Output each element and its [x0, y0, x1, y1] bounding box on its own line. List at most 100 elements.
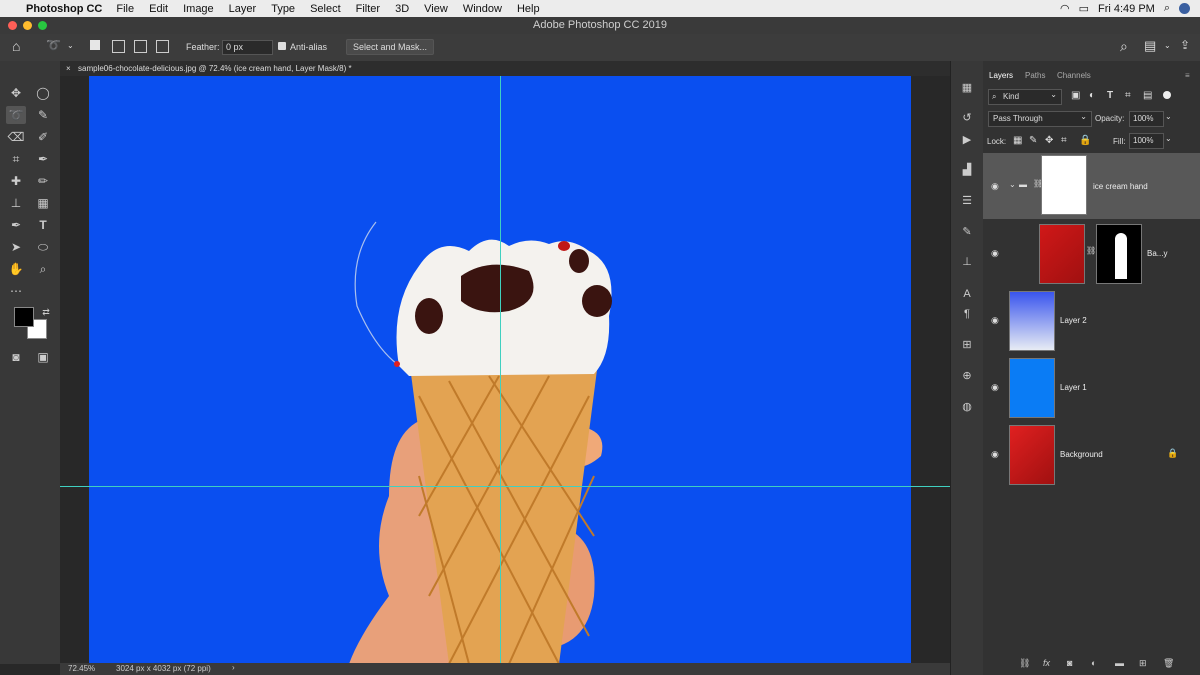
filter-toggle[interactable]	[1163, 91, 1171, 99]
layer-row[interactable]: ◉ ⌄ ▬ ⛓ ice cream hand	[983, 153, 1200, 219]
healing-tool-icon[interactable]: ✚	[6, 172, 26, 190]
smart-object-filter-icon[interactable]: ▤	[1143, 90, 1152, 101]
adjustments-icon[interactable]: ☰	[959, 193, 975, 209]
panel-menu-icon[interactable]: ≡	[1185, 71, 1190, 80]
fill-input[interactable]: 100%	[1129, 133, 1164, 149]
adjustment-filter-icon[interactable]: ◐	[1089, 90, 1095, 101]
add-selection-icon[interactable]	[112, 40, 125, 53]
lock-artboard-icon[interactable]: ⌗	[1061, 135, 1067, 146]
lock-transparent-icon[interactable]: ▦	[1013, 135, 1022, 146]
wifi-icon[interactable]: ◠	[1060, 2, 1070, 15]
share-icon[interactable]: ⇪	[1180, 38, 1190, 52]
trash-icon[interactable]: 🗑	[1163, 658, 1174, 669]
move-tool-icon[interactable]: ✥	[6, 84, 26, 102]
layer-name[interactable]: Layer 2	[1060, 316, 1087, 325]
select-and-mask-button[interactable]: Select and Mask...	[346, 39, 435, 55]
layer-comps-icon[interactable]: ◍	[959, 399, 975, 415]
menu-filter[interactable]: Filter	[356, 3, 380, 15]
hand-tool-icon[interactable]: ✋	[6, 260, 26, 278]
layer-row[interactable]: ◉ ⛓ Ba...y	[983, 220, 1200, 286]
layer-mask-thumbnail[interactable]	[1041, 155, 1087, 215]
menu-window[interactable]: Window	[463, 3, 502, 15]
clock[interactable]: Fri 4:49 PM	[1098, 3, 1155, 15]
eye-icon[interactable]: ◉	[991, 181, 999, 192]
quick-mask-icon[interactable]: ◙	[6, 348, 26, 366]
chevron-down-icon[interactable]: ⌄	[1009, 180, 1016, 189]
chevron-down-icon[interactable]: ⌄	[1165, 112, 1172, 121]
layer-name[interactable]: Ba...y	[1147, 249, 1167, 258]
kind-filter-select[interactable]: ⌕ Kind ⌄	[988, 89, 1062, 105]
spotlight-icon[interactable]: ⌕	[1164, 2, 1170, 15]
home-icon[interactable]: ⌂	[12, 38, 20, 54]
ellipse-tool-icon[interactable]: ⬭	[33, 238, 53, 256]
eraser-tool-icon[interactable]: ⌫	[6, 128, 26, 146]
lasso-preset-icon[interactable]: ➰	[46, 38, 61, 52]
lasso-tool-icon[interactable]: ➰	[6, 106, 26, 124]
histogram-icon[interactable]: ▟	[959, 162, 975, 178]
new-selection-icon[interactable]	[90, 40, 100, 50]
layer-thumbnail[interactable]	[1039, 224, 1085, 284]
tab-layers[interactable]: Layers	[989, 71, 1013, 80]
layer-thumbnail[interactable]	[1009, 291, 1055, 351]
clone-stamp-tool-icon[interactable]: ⊥	[6, 194, 26, 212]
3d-icon[interactable]: ⊕	[959, 368, 975, 384]
link-icon[interactable]: ⛓	[1086, 246, 1096, 255]
eye-icon[interactable]: ◉	[991, 449, 999, 460]
document-tab[interactable]: sample06-chocolate-delicious.jpg @ 72.4%…	[78, 64, 352, 73]
foreground-color-swatch[interactable]	[14, 307, 34, 327]
properties-icon[interactable]: ▦	[959, 80, 975, 96]
brush-tool-icon[interactable]: ✐	[33, 128, 53, 146]
layer-row[interactable]: ◉ Layer 1	[983, 354, 1200, 420]
link-layers-icon[interactable]: ⛓	[1019, 658, 1030, 669]
chevron-down-icon[interactable]: ⌄	[1165, 134, 1172, 143]
paint-brush-tool-icon[interactable]: ✏	[33, 172, 53, 190]
layer-name[interactable]: ice cream hand	[1093, 182, 1148, 191]
app-menu[interactable]: Photoshop CC	[26, 3, 102, 15]
subtract-selection-icon[interactable]	[134, 40, 147, 53]
layer-thumbnail[interactable]	[1009, 358, 1055, 418]
menu-select[interactable]: Select	[310, 3, 341, 15]
eye-icon[interactable]: ◉	[991, 382, 999, 393]
fx-icon[interactable]: fx	[1043, 658, 1050, 668]
quick-selection-tool-icon[interactable]: ✎	[33, 106, 53, 124]
layer-name[interactable]: Layer 1	[1060, 383, 1087, 392]
antialias-checkbox[interactable]	[278, 42, 286, 50]
clone-source-icon[interactable]: ⊥	[959, 254, 975, 270]
crop-tool-icon[interactable]: ⌗	[6, 150, 26, 168]
eye-icon[interactable]: ◉	[991, 315, 999, 326]
history-icon[interactable]: ↺	[959, 110, 975, 126]
menu-file[interactable]: File	[116, 3, 134, 15]
lock-all-icon[interactable]: 🔒	[1079, 135, 1091, 146]
type-tool-icon[interactable]: T	[33, 216, 53, 234]
marquee-tool-icon[interactable]: ◯	[33, 84, 53, 102]
path-selection-tool-icon[interactable]: ➤	[6, 238, 26, 256]
menu-type[interactable]: Type	[271, 3, 295, 15]
horizontal-guide[interactable]	[60, 486, 950, 487]
feather-input[interactable]: 0 px	[222, 40, 273, 55]
swatches-icon[interactable]: ⊞	[959, 337, 975, 353]
layer-name[interactable]: Background	[1060, 450, 1103, 459]
zoom-tool-icon[interactable]: ⌕	[33, 260, 53, 278]
shape-filter-icon[interactable]: ⌗	[1125, 90, 1131, 101]
adjustment-layer-icon[interactable]: ◐	[1091, 658, 1096, 668]
pixel-filter-icon[interactable]: ▣	[1071, 90, 1080, 101]
layer-row[interactable]: ◉ Background 🔒	[983, 421, 1200, 487]
vertical-guide[interactable]	[500, 76, 501, 664]
gradient-tool-icon[interactable]: ▦	[33, 194, 53, 212]
chevron-down-icon[interactable]: ⌄	[1164, 41, 1171, 50]
menu-layer[interactable]: Layer	[229, 3, 257, 15]
screen-mode-icon[interactable]: ▣	[33, 348, 53, 366]
eye-icon[interactable]: ◉	[991, 248, 999, 259]
chevron-down-icon[interactable]: ⌄	[67, 41, 74, 50]
lock-image-icon[interactable]: ✎	[1029, 135, 1037, 146]
workspace-icon[interactable]: ▤	[1144, 38, 1156, 54]
menu-view[interactable]: View	[424, 3, 448, 15]
menu-image[interactable]: Image	[183, 3, 214, 15]
intersect-selection-icon[interactable]	[156, 40, 169, 53]
tab-channels[interactable]: Channels	[1057, 71, 1091, 80]
brush-settings-icon[interactable]: ✎	[959, 224, 975, 240]
chevron-right-icon[interactable]: ›	[232, 663, 235, 672]
opacity-input[interactable]: 100%	[1129, 111, 1164, 127]
menu-3d[interactable]: 3D	[395, 3, 409, 15]
blend-mode-select[interactable]: Pass Through ⌄	[988, 111, 1092, 127]
